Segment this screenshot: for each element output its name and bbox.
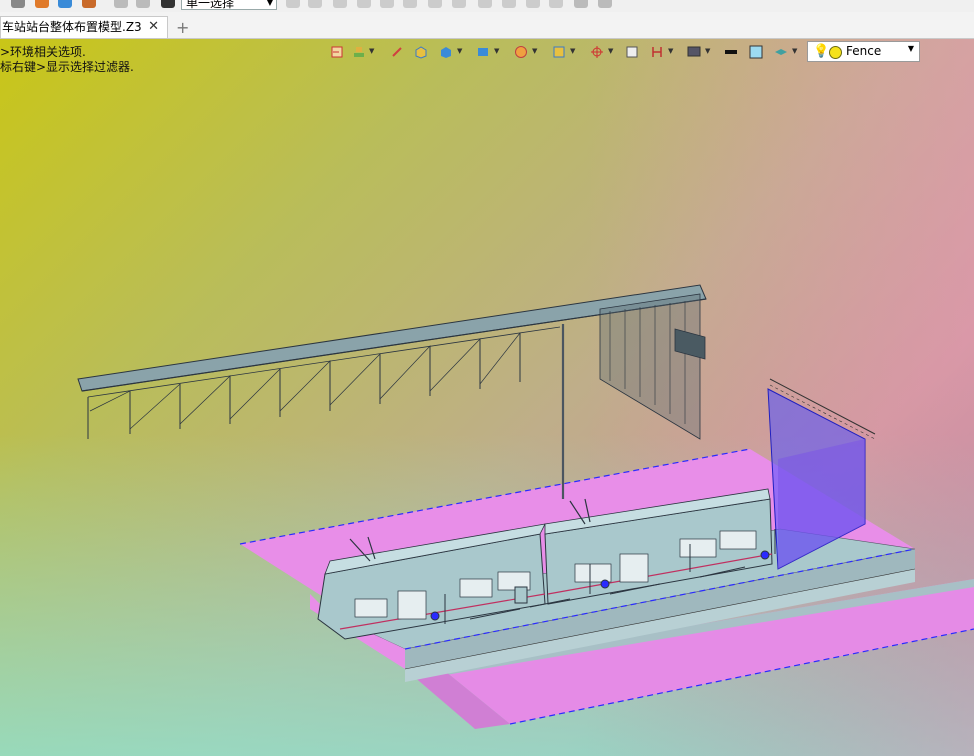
station-model <box>77 284 974 729</box>
canopy <box>77 284 707 499</box>
cube-display-icon[interactable] <box>476 45 490 59</box>
chevron-down-icon[interactable]: ▼ <box>494 47 499 55</box>
save-file-icon[interactable] <box>82 0 96 8</box>
chevron-down-icon[interactable]: ▼ <box>792 47 797 55</box>
select-mode-dropdown[interactable]: 单一选择 ▼ <box>181 0 277 10</box>
chevron-down-icon[interactable]: ▼ <box>705 47 710 55</box>
refresh-icon[interactable] <box>452 0 466 8</box>
selection-filter-dropdown[interactable]: 💡 Fence ▼ <box>807 41 920 62</box>
menu-icon[interactable] <box>11 0 25 8</box>
new-file-icon[interactable] <box>35 0 49 8</box>
add-tab-icon[interactable]: + <box>176 18 189 37</box>
stop-icon[interactable] <box>161 0 175 8</box>
chevron-down-icon[interactable]: ▼ <box>532 47 537 55</box>
layers-stack-icon[interactable] <box>774 45 788 59</box>
curve-icon[interactable] <box>478 0 492 8</box>
undo-view-icon[interactable] <box>330 45 344 59</box>
gear-icon[interactable] <box>574 0 588 8</box>
box-solid-icon[interactable] <box>414 45 428 59</box>
view-toolbar: ▼ ▼ ▼ ▼ ▼ ▼ ▼ ▼ ▼ <box>328 42 808 64</box>
spline-icon[interactable] <box>502 0 516 8</box>
select-mode-value: 单一选择 <box>186 0 235 10</box>
selection-filter-value: Fence <box>846 44 882 58</box>
texture-icon[interactable] <box>514 45 528 59</box>
hint-line: 标右键>显示选择过滤器. <box>0 60 134 74</box>
chevron-down-icon[interactable]: ▼ <box>668 47 673 55</box>
open-file-icon[interactable] <box>58 0 72 8</box>
slash-icon[interactable] <box>549 0 563 8</box>
chevron-down-icon: ▼ <box>907 44 914 53</box>
circle-icon[interactable] <box>428 0 442 8</box>
color-swatch-icon[interactable] <box>749 45 763 59</box>
settings-icon[interactable] <box>598 0 612 8</box>
document-tab[interactable]: 车站站台整体布置模型.Z3 ✕ <box>0 16 168 38</box>
chevron-down-icon[interactable]: ▼ <box>457 47 462 55</box>
document-tabbar: 车站站台整体布置模型.Z3 ✕ + <box>0 12 974 39</box>
chevron-down-icon[interactable]: ▼ <box>608 47 613 55</box>
dimension-icon[interactable] <box>650 45 664 59</box>
play-icon[interactable] <box>333 0 347 8</box>
snap-frame-icon[interactable] <box>552 45 566 59</box>
cube-shaded-icon[interactable] <box>439 45 453 59</box>
point-icon[interactable] <box>357 0 371 8</box>
chevron-down-icon[interactable]: ▼ <box>369 47 374 55</box>
pin-icon[interactable] <box>136 0 150 8</box>
axis-icon[interactable] <box>590 45 604 59</box>
yellow-circle-icon <box>829 46 842 59</box>
3d-viewport[interactable]: >环境相关选项. 标右键>显示选择过滤器. ▼ ▼ ▼ ▼ ▼ ▼ ▼ ▼ ▼ … <box>0 39 974 756</box>
pen-icon[interactable] <box>390 45 404 59</box>
pointer-icon[interactable] <box>286 0 300 8</box>
lightbulb-icon: 💡 <box>813 44 830 59</box>
lasso-icon[interactable] <box>308 0 322 8</box>
fork-icon[interactable] <box>526 0 540 8</box>
close-icon[interactable]: ✕ <box>148 17 159 37</box>
chevron-down-icon[interactable]: ▼ <box>570 47 575 55</box>
page-icon[interactable] <box>625 45 639 59</box>
chevron-down-icon: ▼ <box>266 0 273 7</box>
line-icon[interactable] <box>380 0 394 8</box>
viewport-hints: >环境相关选项. 标右键>显示选择过滤器. <box>0 45 134 75</box>
layer-icon[interactable] <box>352 45 366 59</box>
document-tab-label: 车站站台整体布置模型.Z3 <box>2 20 142 34</box>
arrow-line-icon[interactable] <box>403 0 417 8</box>
monitor-icon[interactable] <box>687 45 701 59</box>
history-icon[interactable] <box>114 0 128 8</box>
line-weight-icon[interactable] <box>724 45 738 59</box>
hint-line: >环境相关选项. <box>0 45 86 59</box>
